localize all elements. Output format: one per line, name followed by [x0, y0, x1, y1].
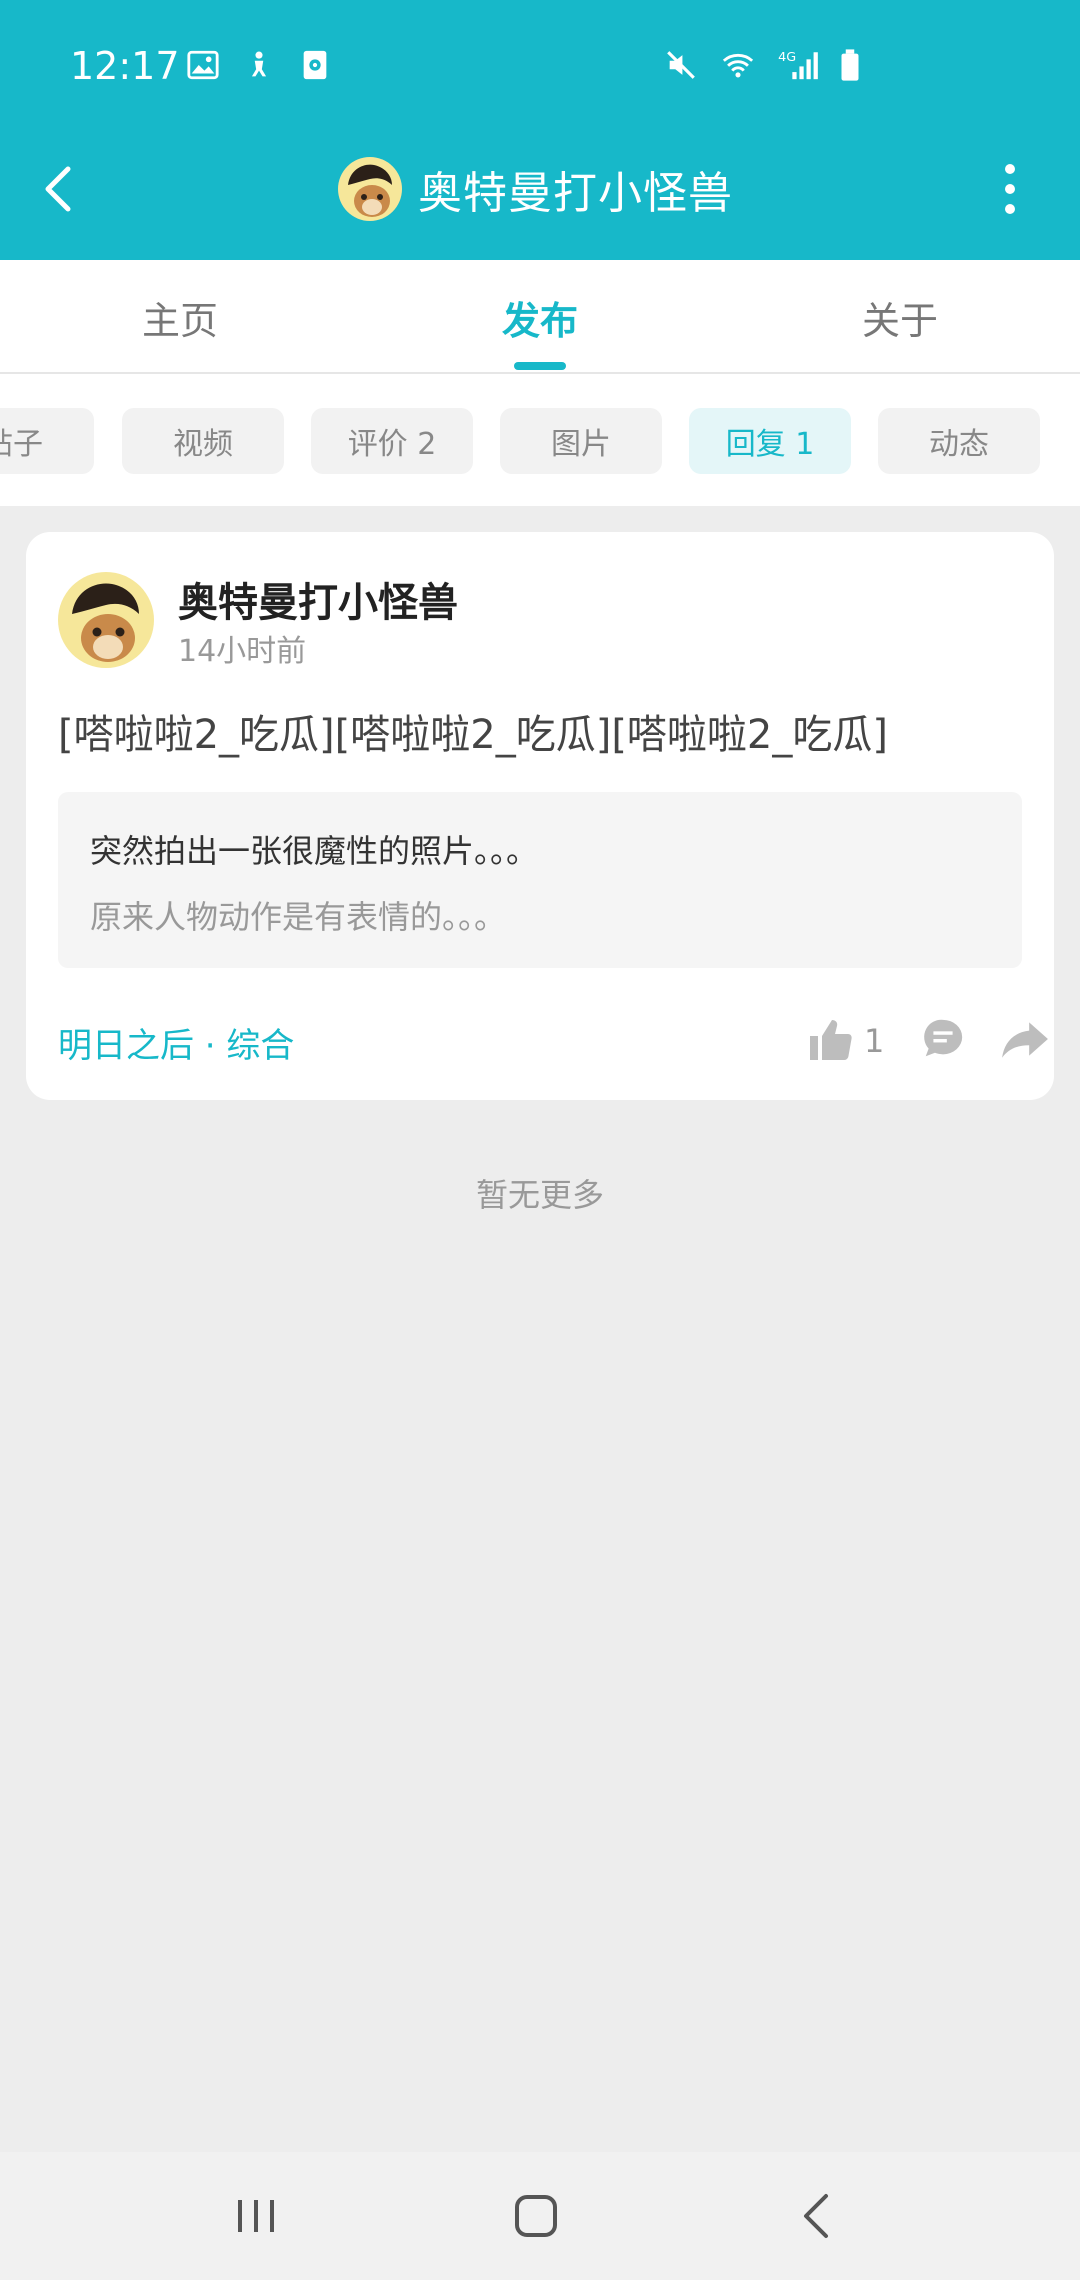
main-tabs: 主页 发布 关于: [0, 260, 1080, 374]
post-username[interactable]: 奥特曼打小怪兽: [178, 570, 458, 628]
network-label: 4G: [778, 50, 796, 65]
screen-record-icon: [303, 50, 327, 80]
user-avatar[interactable]: [58, 572, 154, 668]
no-more-text: 暂无更多: [475, 1176, 604, 1214]
reply-card[interactable]: 奥特曼打小怪兽 14小时前 [嗒啦啦2_吃瓜][嗒啦啦2_吃瓜][嗒啦啦2_吃瓜…: [26, 532, 1054, 1100]
app-top-area: 12:17 4G 奥特曼打小怪兽: [0, 0, 1080, 260]
comment-icon[interactable]: [920, 1016, 966, 1062]
chip-reviews[interactable]: 评价 2: [311, 408, 473, 474]
tab-about[interactable]: 关于: [800, 290, 1000, 345]
system-nav-bar: [0, 2152, 1080, 2280]
status-time: 12:17: [70, 44, 180, 88]
sub-tabs: 帖子 视频 评价 2 图片 回复 1 动态: [0, 374, 1080, 506]
source-link[interactable]: 明日之后 · 综合: [58, 1018, 294, 1067]
recents-icon[interactable]: [228, 2188, 284, 2244]
quoted-post[interactable]: 突然拍出一张很魔性的照片。。。 原来人物动作是有表情的。。。: [58, 792, 1022, 968]
accessibility-icon: [251, 51, 267, 77]
post-time: 14小时前: [178, 634, 307, 669]
thumbs-up-icon[interactable]: [806, 1016, 854, 1064]
tab-home[interactable]: 主页: [80, 290, 280, 345]
chip-posts[interactable]: 帖子: [0, 408, 94, 474]
quote-body: 原来人物动作是有表情的。。。: [90, 898, 507, 936]
status-bar: 12:17 4G: [0, 0, 1080, 135]
chip-videos[interactable]: 视频: [122, 408, 284, 474]
more-vertical-icon[interactable]: [1000, 161, 1020, 217]
battery-icon: [841, 49, 859, 81]
share-icon[interactable]: [1000, 1014, 1050, 1064]
back-nav-icon[interactable]: [790, 2188, 846, 2244]
chip-images[interactable]: 图片: [500, 408, 662, 474]
signal-4g-icon: 4G: [778, 50, 818, 80]
wifi-icon: [722, 53, 754, 78]
home-icon[interactable]: [508, 2188, 564, 2244]
header-title-group: 奥特曼打小怪兽: [338, 153, 733, 225]
quote-title: 突然拍出一张很魔性的照片。。。: [90, 832, 539, 870]
post-footer: 明日之后 · 综合 1: [58, 1010, 1048, 1070]
page-title: 奥特曼打小怪兽: [418, 168, 733, 219]
tab-publish[interactable]: 发布: [440, 290, 640, 345]
mute-icon: [667, 51, 695, 79]
like-count: 1: [864, 1022, 885, 1060]
back-button[interactable]: [36, 159, 80, 219]
chip-replies[interactable]: 回复 1: [689, 408, 851, 474]
post-text: [嗒啦啦2_吃瓜][嗒啦啦2_吃瓜][嗒啦啦2_吃瓜]: [58, 712, 888, 758]
status-right-icons: 4G: [664, 48, 862, 82]
app-header: 奥特曼打小怪兽: [0, 135, 1080, 260]
tab-indicator: [514, 362, 566, 370]
image-icon: [187, 50, 219, 80]
chip-activity[interactable]: 动态: [878, 408, 1040, 474]
status-left-icons: [186, 48, 332, 82]
avatar[interactable]: [338, 157, 402, 221]
